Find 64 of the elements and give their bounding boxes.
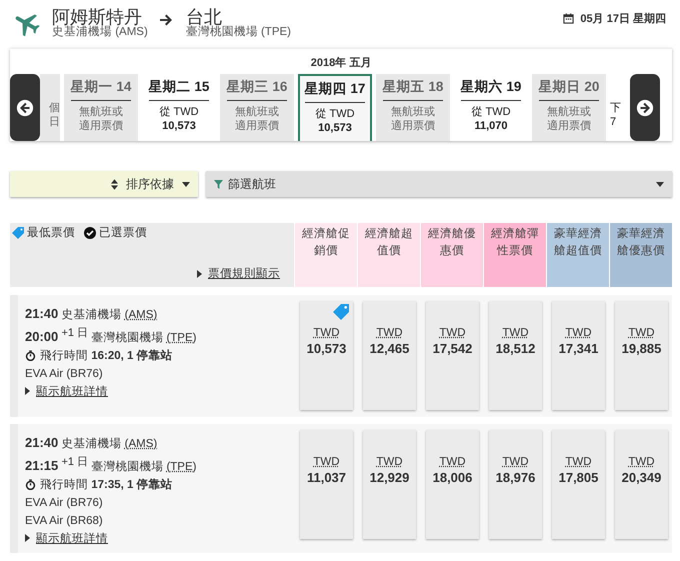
- legend-label: 已選票價: [99, 226, 147, 240]
- flight-duration: 飛行時間 16:20, 1 停靠站: [40, 348, 173, 364]
- fare-option[interactable]: TWD 18,976: [489, 430, 542, 539]
- arrow-left-icon: [16, 98, 34, 116]
- fare-column-header: 經濟艙超值價: [358, 223, 420, 287]
- flight-details-link[interactable]: 顯示航班詳情: [25, 530, 300, 546]
- month-label: 2018年 五月: [310, 56, 372, 71]
- fare-option[interactable]: TWD 10,573: [300, 301, 353, 410]
- flight-duration: 飛行時間 17:35, 1 停靠站: [40, 477, 173, 493]
- filter-icon: [214, 180, 223, 188]
- price-tag-icon: [12, 226, 24, 238]
- fare-option[interactable]: TWD 17,341: [552, 301, 605, 410]
- fare-option[interactable]: TWD 17,805: [552, 430, 605, 539]
- arrow-right-icon: [158, 12, 174, 28]
- origin-airport: 史基浦機場 (AMS): [52, 27, 148, 38]
- triangle-icon: [25, 534, 30, 542]
- fare-column-header: 經濟艙促銷價: [295, 223, 357, 287]
- departure-info: 21:40 史基浦機場 (AMS): [25, 434, 158, 452]
- date-tab[interactable]: 個 日: [40, 74, 60, 141]
- fare-option[interactable]: TWD 18,512: [489, 301, 542, 410]
- triangle-icon: [25, 387, 30, 396]
- check-circle-icon: [84, 226, 96, 238]
- carrier-label: EVA Air (BR76): [25, 366, 103, 382]
- date-tab[interactable]: 星期一 14 無航班或 適用票價: [64, 74, 138, 141]
- destination-airport: 臺灣桃園機場 (TPE): [186, 27, 292, 38]
- arrival-info: 20:00 $^{+1 日}$ 臺灣桃園機場 (TPE): [25, 326, 196, 346]
- fare-option[interactable]: TWD 12,465: [363, 301, 416, 410]
- legend-label: 最低票價: [27, 226, 75, 240]
- sort-icon: [111, 178, 118, 190]
- stopwatch-icon: [25, 350, 36, 362]
- flight-details-link[interactable]: 顯示航班詳情: [25, 384, 300, 399]
- arrow-right-icon: [636, 98, 654, 116]
- fare-column-header: 經濟艙優惠價: [421, 223, 483, 287]
- sort-button[interactable]: 排序依據: [10, 171, 198, 197]
- filter-dropdown[interactable]: 篩選航班: [206, 171, 672, 197]
- fare-option[interactable]: TWD 12,929: [363, 430, 416, 539]
- selected-date: 05月 17日 星期四: [580, 12, 666, 26]
- departure-info: 21:40 史基浦機場 (AMS): [25, 305, 158, 323]
- origin-city: 阿姆斯特丹: [52, 8, 142, 26]
- fare-option[interactable]: TWD 19,885: [615, 301, 668, 410]
- stopwatch-icon: [25, 479, 36, 490]
- fare-column-header: 豪華經濟艙超值價: [547, 223, 609, 287]
- date-tab[interactable]: 星期五 18 無航班或 適用票價: [376, 74, 450, 141]
- destination-city: 台北: [186, 8, 222, 26]
- date-tab[interactable]: 星期四 17 從 TWD 10,573: [298, 74, 372, 141]
- date-tab[interactable]: 星期日 20 無航班或 適用票價: [532, 74, 606, 141]
- previous-button[interactable]: [10, 74, 40, 141]
- calendar-icon: [563, 13, 574, 24]
- fare-rules-link[interactable]: 票價規則顯示: [197, 266, 280, 281]
- arrival-info: 21:15 $^{+1 日}$ 臺灣桃園機場 (TPE): [25, 455, 196, 475]
- carrier-label: EVA Air (BR68): [25, 514, 103, 529]
- next-button[interactable]: [630, 74, 660, 141]
- fare-column-header: 豪華經濟艙優惠價: [610, 223, 672, 287]
- price-tag-icon: [333, 304, 349, 320]
- triangle-icon: [197, 270, 202, 278]
- carrier-label: EVA Air (BR76): [25, 496, 103, 511]
- caret-icon: [656, 182, 664, 186]
- fare-column-header: 經濟艙彈性票價: [484, 223, 546, 287]
- fare-option[interactable]: TWD 17,542: [426, 301, 479, 410]
- date-tab[interactable]: 星期三 16 無航班或 適用票價: [220, 74, 294, 141]
- fare-option[interactable]: TWD 11,037: [300, 430, 353, 539]
- fare-option[interactable]: TWD 20,349: [615, 430, 668, 539]
- fare-option[interactable]: TWD 18,006: [426, 430, 479, 539]
- caret-icon: [182, 182, 190, 186]
